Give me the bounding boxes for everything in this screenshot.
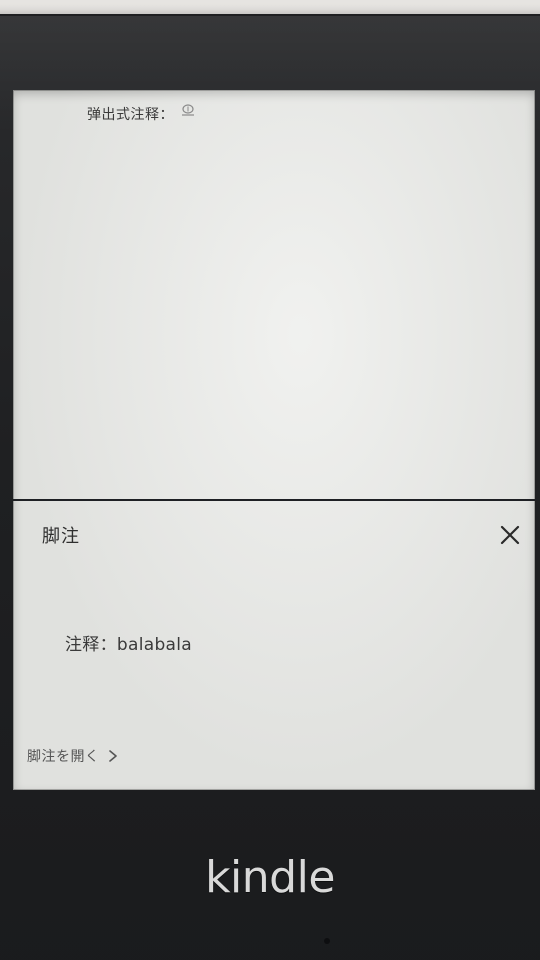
open-footnotes-label: 脚注を開く: [27, 749, 100, 765]
book-text: 弹出式注释：: [87, 107, 174, 123]
kindle-logo: kindle: [205, 852, 335, 903]
footnote-body: 注释：balabala: [65, 635, 192, 655]
open-footnotes-link[interactable]: 脚注を開く: [27, 746, 118, 766]
book-content: 弹出式注释：: [87, 104, 196, 124]
footnote-panel-divider: [13, 499, 535, 501]
footnote-marker-icon[interactable]: [180, 103, 196, 117]
eink-screen: 弹出式注释： 脚注 注释：balabala 脚注を開く: [13, 90, 535, 790]
footnote-title: 脚注: [42, 526, 80, 547]
bezel-sensor-dot: [324, 938, 330, 944]
close-icon[interactable]: [499, 524, 521, 546]
photo-scene: 弹出式注释： 脚注 注释：balabala 脚注を開く kindle: [0, 0, 540, 960]
screen-lighting: [13, 90, 535, 790]
chevron-right-icon: [108, 750, 118, 762]
